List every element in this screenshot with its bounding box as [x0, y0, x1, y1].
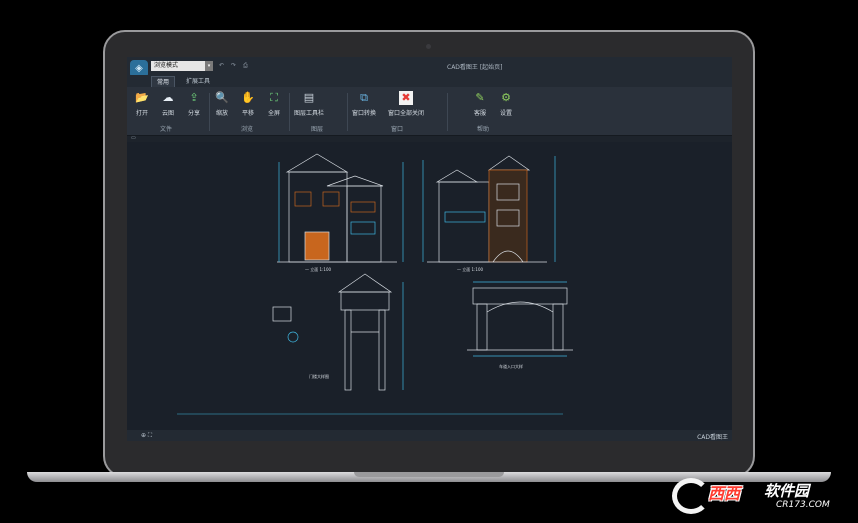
gate-detail-section: [272, 306, 292, 322]
site-watermark: 西西 软件园 CR173.COM: [672, 478, 832, 514]
share-button[interactable]: ⇪ 分享: [179, 91, 209, 123]
entrance-column: [476, 303, 488, 351]
group-label-file: 文件: [160, 126, 173, 133]
tab-extension-tools[interactable]: 扩展工具: [181, 76, 215, 87]
cad-drawing: 一 立面 1:100 一 立面 1:100 门楼大样图 车道入口大样: [177, 153, 573, 415]
layer-toolbar-icon: ▤: [303, 91, 315, 104]
group-label-window: 窗口: [391, 126, 404, 133]
front-roof: [285, 153, 349, 173]
document-tab[interactable]: ▭: [131, 135, 136, 141]
webcam: [426, 44, 431, 49]
front-window: [294, 191, 312, 207]
side-balcony: [444, 211, 486, 223]
watermark-logo-icon: [672, 478, 710, 514]
front-wall-right: [346, 185, 382, 263]
gate-detail-right: [467, 281, 573, 357]
front-balcony: [350, 221, 376, 235]
group-divider: [447, 93, 448, 131]
undo-icon[interactable]: ↶: [219, 62, 224, 69]
redo-icon[interactable]: ↷: [231, 62, 236, 69]
detail-callout: [287, 331, 299, 343]
status-brand: CAD看图王: [697, 434, 728, 441]
zoom-icon: 🔍: [215, 91, 229, 104]
close-all-windows-button[interactable]: ✖ 窗口全部关闭: [385, 91, 427, 123]
front-roof-right: [326, 175, 384, 187]
gate-beam: [340, 291, 390, 311]
layer-toolbar-button[interactable]: ▤ 图层工具栏: [289, 91, 329, 123]
laptop-notch: [354, 472, 504, 477]
settings-button[interactable]: ⚙ 设置: [491, 91, 521, 123]
drawing-canvas[interactable]: 一 立面 1:100 一 立面 1:100 门楼大样图 车道入口大样: [127, 142, 732, 430]
gate-left-label: 门楼大样图: [309, 373, 329, 379]
window-switch-button[interactable]: ⧉ 窗口转换: [349, 91, 379, 123]
fullscreen-button[interactable]: ⛶ 全屏: [259, 91, 289, 123]
pan-hand-icon: ✋: [241, 91, 255, 104]
watermark-url: CR173.COM: [776, 500, 830, 510]
side-roof-right: [487, 155, 531, 171]
app-window: ◈ 浏览模式 ▾ ↶ ↷ ⎙ CAD看图王 [起始页] 常用 扩展工具 📂 打开 …: [127, 57, 732, 441]
gate-column: [378, 309, 386, 391]
fullscreen-icon: ⛶: [270, 91, 278, 104]
customer-service-icon: ✎: [475, 91, 485, 104]
mode-select-value: 浏览模式: [154, 62, 179, 69]
group-divider: [347, 93, 348, 131]
settings-gear-icon: ⚙: [501, 91, 511, 104]
status-bar: ⊕ ⛶ CAD看图王: [127, 430, 732, 441]
gate-roof: [337, 273, 393, 293]
front-window: [350, 201, 376, 213]
ribbon: 📂 打开 ☁ 云图 ⇪ 分享 🔍 缩放 ✋ 平移 ⛶ 全屏 ▤ 图层工具栏 ⧉ 窗口转换 ✖ 窗口…: [127, 87, 732, 136]
front-elevation-label: 一 立面 1:100: [305, 266, 332, 272]
entrance-beam: [472, 287, 568, 305]
share-icon: ⇪: [189, 91, 199, 104]
side-roof-left: [435, 169, 479, 183]
front-door: [304, 231, 330, 261]
gate-column: [344, 309, 352, 391]
front-elevation-drawing: [277, 153, 404, 263]
watermark-name: 软件园: [764, 482, 810, 500]
entrance-arch: [486, 301, 554, 313]
side-elevation-label: 一 立面 1:100: [457, 266, 484, 272]
gate-right-label: 车道入口大样: [499, 363, 523, 369]
window-title: CAD看图王 [起始页]: [447, 64, 503, 71]
gate-detail-left: [272, 273, 404, 391]
mode-select[interactable]: 浏览模式 ▾: [151, 61, 213, 71]
entrance-column: [552, 303, 564, 351]
status-tools-icon[interactable]: ⊕ ⛶: [141, 432, 152, 440]
front-window: [322, 191, 340, 207]
chevron-down-icon: ▾: [205, 61, 213, 71]
print-icon[interactable]: ⎙: [243, 62, 248, 70]
group-label-layer: 图层: [311, 126, 324, 133]
ribbon-tabs: 常用 扩展工具: [127, 75, 732, 88]
watermark-brand: 西西: [708, 484, 741, 503]
close-all-windows-icon: ✖: [399, 91, 413, 105]
group-label-browse: 浏览: [241, 126, 254, 133]
title-bar: ◈ 浏览模式 ▾ ↶ ↷ ⎙ CAD看图王 [起始页]: [127, 57, 732, 78]
cloud-icon: ☁: [162, 91, 174, 104]
window-switch-icon: ⧉: [360, 91, 368, 104]
folder-open-icon: 📂: [135, 91, 149, 104]
side-elevation-drawing: [422, 155, 556, 263]
group-label-help: 帮助: [477, 126, 490, 133]
